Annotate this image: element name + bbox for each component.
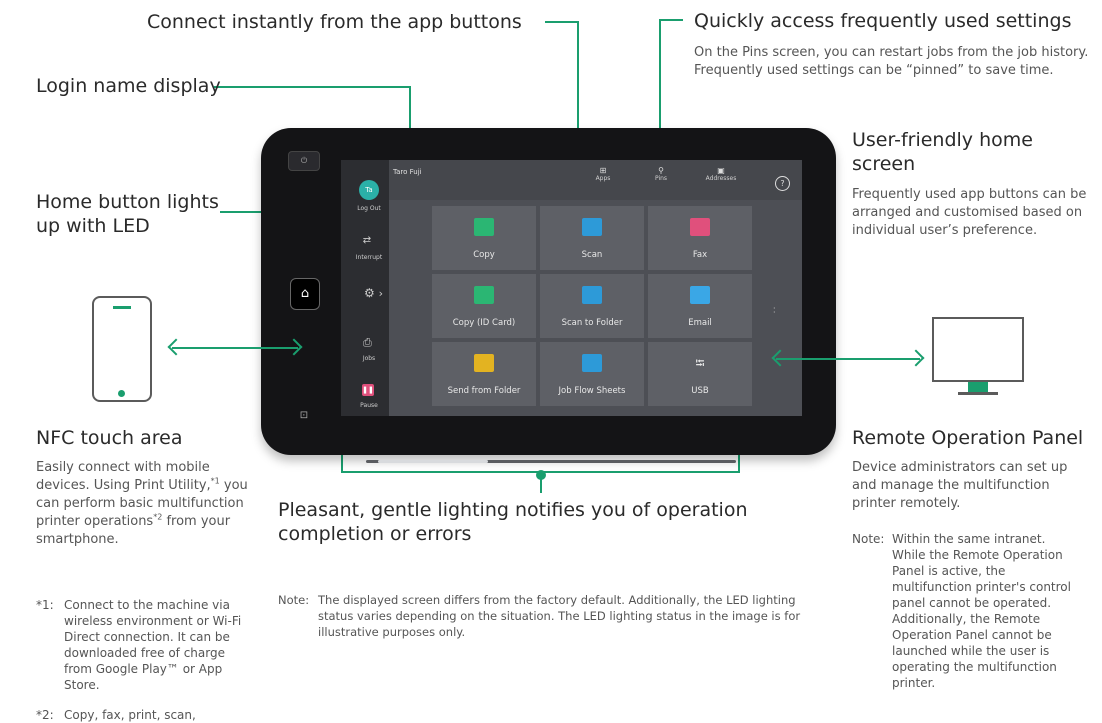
callout-lighting: Pleasant, gentle lighting notifies you o…	[278, 499, 748, 545]
sidebar-item-jobs-label[interactable]: Jobs	[345, 355, 393, 362]
usb-icon: ⭾	[695, 356, 705, 370]
pause-icon: ❚❚	[362, 386, 374, 394]
monitor-stand	[968, 382, 988, 392]
nfc-body-a: Easily connect with mobile devices. Usin…	[36, 460, 211, 493]
callout-nfc-title: NFC touch area	[36, 427, 183, 449]
nfc-sup2: *2	[153, 512, 163, 522]
copy-icon	[474, 218, 494, 236]
help-icon: ?	[780, 179, 785, 188]
remote-note-mark: Note:	[852, 532, 885, 546]
avatar[interactable]: Ta	[359, 180, 379, 200]
app-job-flow-sheets[interactable]: Job Flow Sheets	[540, 342, 644, 406]
power-button[interactable]: ⏻	[288, 151, 320, 171]
help-button[interactable]: ?	[775, 176, 790, 191]
nfc-arrow-left-head	[167, 338, 185, 356]
app-usb[interactable]: ⭾ USB	[648, 342, 752, 406]
page: { "callouts": { "connect_apps": "Connect…	[0, 0, 1102, 722]
monitor-illustration	[932, 317, 1024, 382]
lighting-dot	[536, 470, 546, 480]
app-scan-to-folder[interactable]: Scan to Folder	[540, 274, 644, 338]
callout-home-screen-title: User-friendly home screen	[852, 129, 1033, 175]
connector-connect-h	[545, 21, 579, 23]
nfc-footnote-1: *1: Connect to the machine via wireless …	[36, 597, 246, 693]
bottom-note-text: The displayed screen differs from the fa…	[318, 593, 801, 639]
scan-icon	[582, 218, 602, 236]
callout-home-screen-body: Frequently used app buttons can be arran…	[852, 187, 1087, 238]
remote-arrow-right-head	[907, 349, 925, 367]
app-copy[interactable]: Copy	[432, 206, 536, 270]
settings-gear-icon[interactable]: ⚙ ›	[364, 286, 383, 300]
bottom-note: Note: The displayed screen differs from …	[278, 592, 808, 640]
connector-login-h	[214, 86, 411, 88]
nfc-footnote-2-mark: *2:	[36, 708, 54, 722]
tab-addresses-label: Addresses	[705, 175, 737, 182]
connector-settings-h	[659, 19, 683, 21]
app-fax[interactable]: Fax	[648, 206, 752, 270]
nfc-arrow-shaft	[172, 347, 298, 349]
tab-apps[interactable]: ⊞ Apps	[590, 166, 616, 182]
app-email[interactable]: Email	[648, 274, 752, 338]
jobs-icon[interactable]: ⎙	[363, 336, 372, 350]
smartphone-illustration	[92, 296, 152, 402]
smartphone-speaker	[113, 306, 131, 309]
callout-connect-apps: Connect instantly from the app buttons	[147, 11, 522, 33]
sidebar-item-pause-label[interactable]: Pause	[345, 402, 393, 409]
callout-home-led: Home button lights up with LED	[36, 191, 219, 237]
nfc-footnote-1-text: Connect to the machine via wireless envi…	[64, 598, 242, 692]
tab-pins-label: Pins	[654, 175, 668, 182]
callout-login-name: Login name display	[36, 75, 221, 97]
callout-remote-title: Remote Operation Panel	[852, 427, 1084, 449]
sidebar-item-logout-label[interactable]: Log Out	[345, 205, 393, 212]
remote-note: Note: Within the same intranet. While th…	[852, 531, 1078, 691]
fax-icon	[690, 218, 710, 236]
nfc-footnote-2-text: Copy, fax, print, scan,	[64, 708, 196, 722]
pause-button[interactable]: ❚❚	[362, 384, 374, 396]
tab-addresses[interactable]: ▣ Addresses	[698, 166, 744, 182]
interrupt-icon[interactable]: ⇄	[360, 235, 374, 246]
folder-scan-icon	[582, 286, 602, 304]
nfc-footnote-2: *2: Copy, fax, print, scan,	[36, 707, 246, 723]
apps-grid-icon: ⊞	[599, 166, 607, 175]
callout-settings-title: Quickly access frequently used settings	[694, 10, 1072, 32]
remote-arrow-shaft	[776, 358, 920, 360]
email-icon	[690, 286, 710, 304]
led-strip-glow	[378, 460, 488, 463]
nfc-sup1: *1	[210, 476, 220, 486]
remote-note-text: Within the same intranet. While the Remo…	[892, 532, 1071, 690]
flow-chart-icon	[582, 354, 602, 372]
callout-nfc-body: Easily connect with mobile devices. Usin…	[36, 459, 256, 549]
bottom-note-mark: Note:	[278, 593, 310, 607]
home-icon: ⌂	[300, 286, 310, 301]
nfc-footnote-1-mark: *1:	[36, 598, 54, 612]
page-indicator-dots: · ·	[773, 304, 776, 317]
tab-apps-label: Apps	[595, 175, 611, 182]
home-button[interactable]: ⌂	[290, 278, 320, 310]
app-scan[interactable]: Scan	[540, 206, 644, 270]
tab-pins[interactable]: ⚲ Pins	[648, 166, 674, 182]
folder-icon	[474, 354, 494, 372]
smartphone-home-dot	[118, 390, 125, 397]
app-send-from-folder[interactable]: Send from Folder	[432, 342, 536, 406]
sidebar-item-interrupt-label[interactable]: Interrupt	[345, 254, 393, 261]
nfc-icon: ⊡	[299, 410, 309, 421]
power-icon: ⏻	[300, 156, 308, 165]
monitor-base	[958, 392, 998, 395]
pin-icon: ⚲	[658, 166, 664, 175]
address-book-icon: ▣	[717, 166, 725, 175]
chevron-right-icon: ›	[378, 287, 383, 300]
callout-remote-body: Device administrators can set up and man…	[852, 460, 1068, 511]
login-name[interactable]: Taro Fuji	[393, 168, 422, 176]
callout-settings-body: On the Pins screen, you can restart jobs…	[694, 45, 1089, 78]
app-copy-id-card[interactable]: Copy (ID Card)	[432, 274, 536, 338]
id-card-icon	[474, 286, 494, 304]
